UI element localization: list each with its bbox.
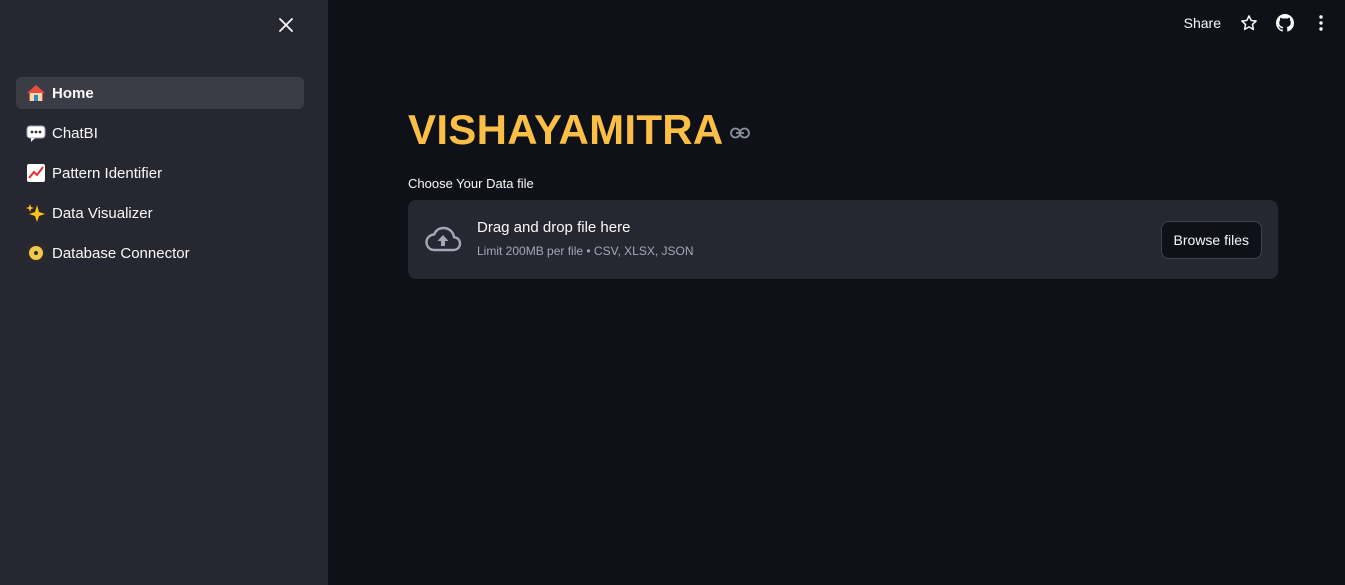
sidebar-item-label: ChatBI	[52, 124, 98, 142]
sidebar-item-label: Pattern Identifier	[52, 164, 163, 182]
chart-increasing-icon	[26, 163, 46, 183]
main-menu-button[interactable]	[1311, 13, 1331, 33]
dropzone-title: Drag and drop file here	[477, 219, 631, 236]
house-icon	[26, 83, 46, 103]
link-icon	[729, 127, 750, 139]
sidebar-item-pattern-identifier[interactable]: Pattern Identifier	[16, 157, 304, 189]
sidebar-item-label: Home	[52, 84, 94, 102]
file-dropzone[interactable]: Drag and drop file here Limit 200MB per …	[408, 200, 1278, 279]
uploader-label: Choose Your Data file	[408, 176, 534, 191]
anchor-link[interactable]	[729, 127, 750, 139]
star-icon	[1241, 15, 1257, 31]
header-toolbar: Share	[1184, 10, 1331, 36]
sidebar: Home ChatBI Pattern Identifier Data Visu…	[0, 0, 328, 585]
optical-disc-icon	[26, 243, 46, 263]
page-title: VISHAYAMITRA	[408, 106, 724, 153]
sparkles-icon	[26, 203, 46, 223]
title-row: VISHAYAMITRA	[408, 102, 750, 158]
app-root: Home ChatBI Pattern Identifier Data Visu…	[0, 0, 1345, 585]
speech-bubble-icon	[26, 123, 46, 143]
sidebar-item-label: Data Visualizer	[52, 204, 153, 222]
cloud-upload-icon	[425, 226, 462, 252]
dropzone-text: Drag and drop file here Limit 200MB per …	[477, 219, 694, 258]
dropzone-limit-text: Limit 200MB per file • CSV, XLSX, JSON	[477, 244, 694, 258]
sidebar-item-chatbi[interactable]: ChatBI	[16, 117, 304, 149]
close-icon	[279, 18, 293, 32]
more-vertical-icon	[1319, 15, 1323, 31]
github-icon	[1276, 14, 1294, 32]
share-button[interactable]: Share	[1184, 15, 1221, 31]
sidebar-item-home[interactable]: Home	[16, 77, 304, 109]
sidebar-item-data-visualizer[interactable]: Data Visualizer	[16, 197, 304, 229]
github-button[interactable]	[1275, 13, 1295, 33]
sidebar-nav: Home ChatBI Pattern Identifier Data Visu…	[16, 77, 304, 277]
browse-files-button[interactable]: Browse files	[1160, 221, 1262, 259]
sidebar-item-label: Database Connector	[52, 244, 190, 262]
sidebar-item-database-connector[interactable]: Database Connector	[16, 237, 304, 269]
close-sidebar-button[interactable]	[274, 13, 298, 37]
star-button[interactable]	[1239, 13, 1259, 33]
